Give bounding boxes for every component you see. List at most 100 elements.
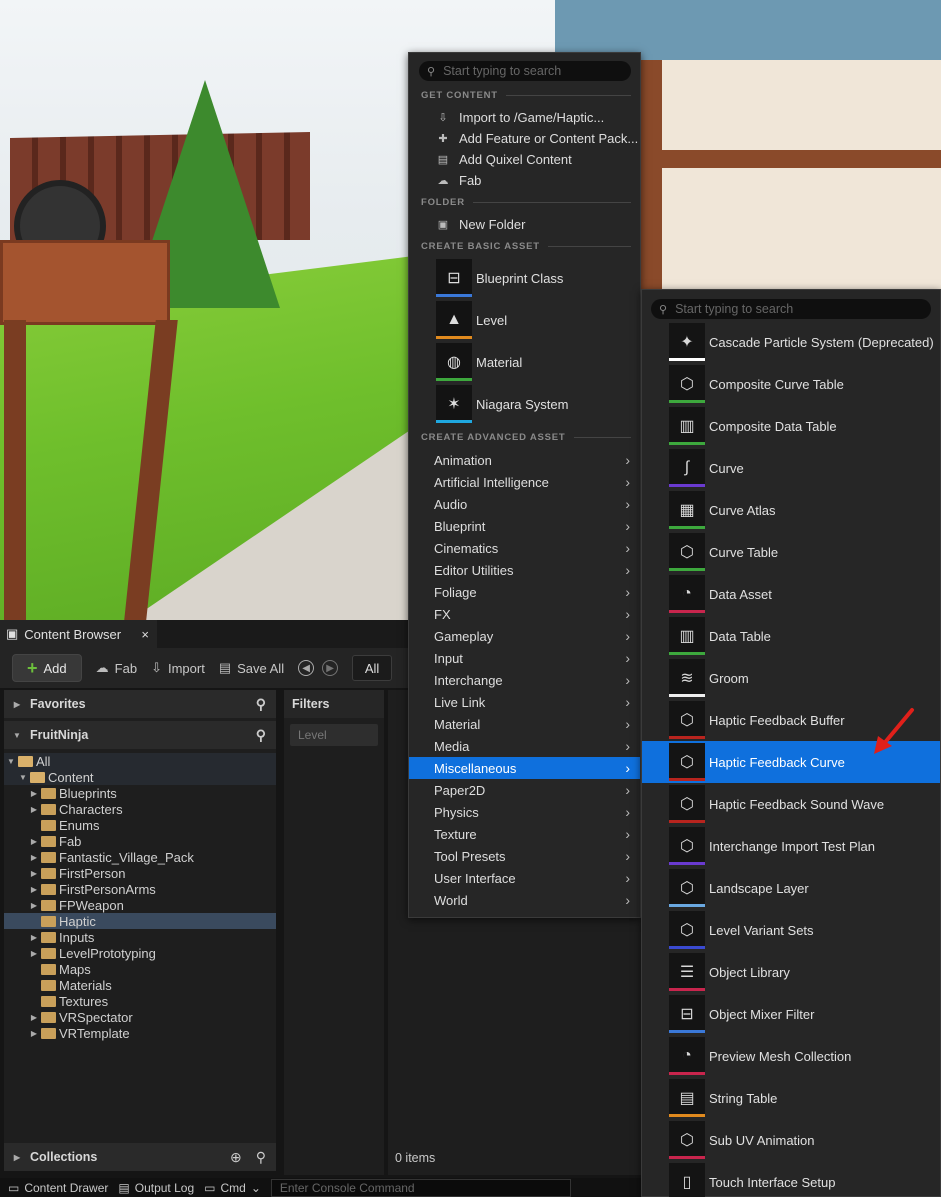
search-icon[interactable]: ⚲ xyxy=(256,696,266,713)
collections-label: Collections xyxy=(30,1150,98,1164)
asset-item-composite-curve-table[interactable]: ⬡ Composite Curve Table xyxy=(642,363,940,405)
fab-button[interactable]: ☁ Fab xyxy=(96,660,137,676)
submenu-ai[interactable]: Artificial Intelligence › xyxy=(409,471,640,493)
asset-item-object-library[interactable]: ☰ Object Library xyxy=(642,951,940,993)
asset-item-haptic-sound-wave[interactable]: ⬡ Haptic Feedback Sound Wave xyxy=(642,783,940,825)
submenu-gameplay[interactable]: Gameplay › xyxy=(409,625,640,647)
pie-icon: ◔ xyxy=(669,1037,705,1075)
asset-item-landscape-layer[interactable]: ⬡ Landscape Layer xyxy=(642,867,940,909)
asset-item-curve-atlas[interactable]: ▦ Curve Atlas xyxy=(642,489,940,531)
path-breadcrumb[interactable]: All xyxy=(352,655,393,681)
content-drawer-button[interactable]: ▭ Content Drawer xyxy=(8,1181,108,1195)
submenu-paper2d[interactable]: Paper2D › xyxy=(409,779,640,801)
menu-search-input[interactable]: ⚲ Start typing to search xyxy=(419,61,631,81)
add-button[interactable]: + Add xyxy=(12,654,82,682)
submenu-tool-presets[interactable]: Tool Presets › xyxy=(409,845,640,867)
asset-item-cascade[interactable]: ✦ Cascade Particle System (Deprecated) xyxy=(642,321,940,363)
submenu-media[interactable]: Media › xyxy=(409,735,640,757)
submenu-physics[interactable]: Physics › xyxy=(409,801,640,823)
menu-item-import[interactable]: ⇩ Import to /Game/Haptic... xyxy=(409,107,640,128)
chevron-right-icon: › xyxy=(625,870,630,886)
submenu-search-input[interactable]: ⚲ Start typing to search xyxy=(651,299,931,319)
asset-item-interchange-test-plan[interactable]: ⬡ Interchange Import Test Plan xyxy=(642,825,940,867)
asset-item-composite-data-table[interactable]: ▥ Composite Data Table xyxy=(642,405,940,447)
cmd-dropdown[interactable]: ▭ Cmd ⌄ xyxy=(204,1181,261,1195)
submenu-material[interactable]: Material › xyxy=(409,713,640,735)
menu-item-add-feature[interactable]: ✚ Add Feature or Content Pack... xyxy=(409,128,640,149)
submenu-fx[interactable]: FX › xyxy=(409,603,640,625)
menu-item-level[interactable]: ▲ Level xyxy=(409,299,640,341)
tree-item-folder[interactable]: ▶ LevelPrototyping xyxy=(4,945,276,961)
submenu-blueprint[interactable]: Blueprint › xyxy=(409,515,640,537)
import-button[interactable]: ⇩ Import xyxy=(151,660,205,676)
tree-label: FirstPerson xyxy=(59,865,126,881)
asset-item-preview-mesh-collection[interactable]: ◔ Preview Mesh Collection xyxy=(642,1035,940,1077)
content-browser-tab-label: Content Browser xyxy=(24,626,122,642)
tree-item-content[interactable]: ▼ Content xyxy=(4,769,276,785)
tree-item-folder[interactable]: Materials xyxy=(4,977,276,993)
menu-item-niagara[interactable]: ✶ Niagara System xyxy=(409,383,640,425)
menu-item-new-folder[interactable]: ▣ New Folder xyxy=(409,214,640,235)
project-header[interactable]: ▼ FruitNinja ⚲ xyxy=(4,721,276,749)
level-filter-chip[interactable]: Level xyxy=(290,724,378,746)
submenu-live-link[interactable]: Live Link › xyxy=(409,691,640,713)
search-icon[interactable]: ⚲ xyxy=(256,1149,266,1166)
submenu-editor-utilities[interactable]: Editor Utilities › xyxy=(409,559,640,581)
save-all-button[interactable]: ▤ Save All xyxy=(219,660,284,676)
add-collection-icon[interactable]: ⊕ xyxy=(230,1149,242,1166)
content-browser-tab[interactable]: ▣ Content Browser × xyxy=(0,620,157,648)
tree-item-folder[interactable]: ▶ Characters xyxy=(4,801,276,817)
tree-item-folder[interactable]: Maps xyxy=(4,961,276,977)
submenu-texture[interactable]: Texture › xyxy=(409,823,640,845)
tree-item-folder[interactable]: ▶ Fantastic_Village_Pack xyxy=(4,849,276,865)
asset-item-groom[interactable]: ≋ Groom xyxy=(642,657,940,699)
tree-label: VRTemplate xyxy=(59,1025,130,1041)
submenu-input[interactable]: Input › xyxy=(409,647,640,669)
console-input[interactable]: Enter Console Command xyxy=(270,1178,571,1197)
submenu-user-interface[interactable]: User Interface › xyxy=(409,867,640,889)
add-label: Add xyxy=(43,660,67,676)
tree-item-folder[interactable]: ▶ FirstPerson xyxy=(4,865,276,881)
tree-item-folder[interactable]: ▶ VRSpectator xyxy=(4,1009,276,1025)
asset-item-data-asset[interactable]: ◔ Data Asset xyxy=(642,573,940,615)
tree-item-folder[interactable]: ▶ FPWeapon xyxy=(4,897,276,913)
submenu-miscellaneous[interactable]: Miscellaneous › xyxy=(409,757,640,779)
asset-item-data-table[interactable]: ▥ Data Table xyxy=(642,615,940,657)
asset-item-string-table[interactable]: ▤ String Table xyxy=(642,1077,940,1119)
favorites-header[interactable]: ▶ Favorites ⚲ xyxy=(4,690,276,718)
menu-item-blueprint-class[interactable]: ⊟ Blueprint Class xyxy=(409,257,640,299)
submenu-interchange[interactable]: Interchange › xyxy=(409,669,640,691)
tree-item-folder[interactable]: ▶ VRTemplate xyxy=(4,1025,276,1041)
asset-item-curve-table[interactable]: ⬡ Curve Table xyxy=(642,531,940,573)
submenu-audio[interactable]: Audio › xyxy=(409,493,640,515)
search-icon[interactable]: ⚲ xyxy=(256,727,266,744)
asset-item-object-mixer-filter[interactable]: ⊟ Object Mixer Filter xyxy=(642,993,940,1035)
asset-label: Object Library xyxy=(709,964,790,980)
tree-item-folder[interactable]: ▶ Fab xyxy=(4,833,276,849)
menu-item-fab[interactable]: ☁ Fab xyxy=(409,170,640,191)
close-icon[interactable]: × xyxy=(141,627,149,642)
submenu-cinematics[interactable]: Cinematics › xyxy=(409,537,640,559)
submenu-animation[interactable]: Animation › xyxy=(409,449,640,471)
tree-item-folder[interactable]: Textures xyxy=(4,993,276,1009)
menu-item-quixel[interactable]: ▤ Add Quixel Content xyxy=(409,149,640,170)
back-icon[interactable]: ◀ xyxy=(298,660,315,676)
asset-item-curve[interactable]: ∫ Curve xyxy=(642,447,940,489)
forward-icon[interactable]: ▶ xyxy=(322,660,339,676)
asset-item-level-variant-sets[interactable]: ⬡ Level Variant Sets xyxy=(642,909,940,951)
tree-item-all[interactable]: ▼ All xyxy=(4,753,276,769)
output-log-button[interactable]: ▤ Output Log xyxy=(118,1181,194,1195)
submenu-world[interactable]: World › xyxy=(409,889,640,911)
section-folder: FOLDER xyxy=(421,197,631,208)
submenu-foliage[interactable]: Foliage › xyxy=(409,581,640,603)
tree-item-folder[interactable]: ▶ FirstPersonArms xyxy=(4,881,276,897)
tree-item-folder[interactable]: ▶ Inputs xyxy=(4,929,276,945)
collections-header[interactable]: ▶ Collections ⊕ ⚲ xyxy=(4,1143,276,1171)
tree-item-folder[interactable]: ▶ Blueprints xyxy=(4,785,276,801)
tree-item-haptic[interactable]: Haptic xyxy=(4,913,276,929)
menu-item-material[interactable]: ◍ Material xyxy=(409,341,640,383)
tree-item-folder[interactable]: Enums xyxy=(4,817,276,833)
folder-icon xyxy=(30,771,45,783)
asset-item-touch-interface-setup[interactable]: ▯ Touch Interface Setup xyxy=(642,1161,940,1197)
asset-item-sub-uv-animation[interactable]: ⬡ Sub UV Animation xyxy=(642,1119,940,1161)
